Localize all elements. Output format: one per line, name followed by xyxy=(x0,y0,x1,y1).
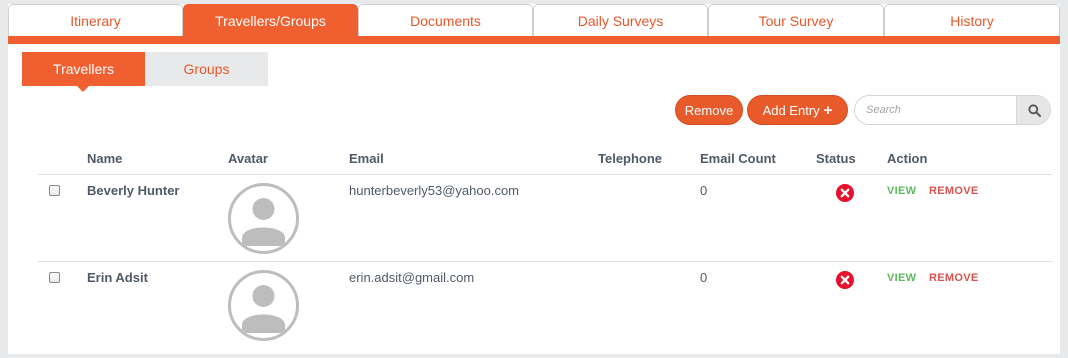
search-input[interactable] xyxy=(855,96,1017,124)
header-email-count: Email Count xyxy=(700,151,776,166)
header-avatar: Avatar xyxy=(228,151,268,166)
row-divider xyxy=(38,174,1052,175)
search-box xyxy=(854,95,1051,125)
row-checkbox[interactable] xyxy=(49,272,60,283)
search-icon xyxy=(1028,104,1041,117)
traveller-email: hunterbeverly53@yahoo.com xyxy=(349,183,520,198)
header-email: Email xyxy=(349,151,384,166)
add-entry-button[interactable]: Add Entry + xyxy=(747,95,848,125)
plus-icon: + xyxy=(823,102,833,119)
remove-link[interactable]: REMOVE xyxy=(929,272,978,284)
user-placeholder-icon xyxy=(242,285,285,333)
status-error-icon xyxy=(836,184,854,202)
subtab-travellers[interactable]: Travellers xyxy=(22,52,145,86)
traveller-name: Erin Adsit xyxy=(87,270,148,285)
email-count: 0 xyxy=(700,183,708,198)
active-subtab-caret xyxy=(77,86,89,92)
avatar xyxy=(228,183,299,254)
view-link[interactable]: VIEW xyxy=(887,185,916,197)
remove-link[interactable]: REMOVE xyxy=(929,185,978,197)
tab-daily-surveys[interactable]: Daily Surveys xyxy=(533,4,708,36)
remove-button-label: Remove xyxy=(684,103,734,118)
tabs-underline xyxy=(8,36,1060,44)
row-divider xyxy=(38,261,1052,262)
remove-button[interactable]: Remove xyxy=(675,95,743,125)
tab-travellers-groups[interactable]: Travellers/Groups xyxy=(183,4,358,36)
status-error-icon xyxy=(836,271,854,289)
header-name: Name xyxy=(87,151,123,166)
view-link[interactable]: VIEW xyxy=(887,272,916,284)
tab-itinerary[interactable]: Itinerary xyxy=(8,4,183,36)
traveller-name: Beverly Hunter xyxy=(87,183,180,198)
traveller-email: erin.adsit@gmail.com xyxy=(349,270,475,285)
header-telephone: Telephone xyxy=(598,151,663,166)
main-tabs: Itinerary Travellers/Groups Documents Da… xyxy=(8,4,1060,36)
email-count: 0 xyxy=(700,270,708,285)
header-status: Status xyxy=(816,151,856,166)
header-action: Action xyxy=(887,151,928,166)
subtab-groups[interactable]: Groups xyxy=(145,52,268,86)
user-placeholder-icon xyxy=(242,198,285,246)
row-checkbox[interactable] xyxy=(49,185,60,196)
avatar xyxy=(228,270,299,341)
tab-documents[interactable]: Documents xyxy=(358,4,533,36)
tab-history[interactable]: History xyxy=(884,4,1060,36)
tab-tour-survey[interactable]: Tour Survey xyxy=(708,4,884,36)
add-entry-label: Add Entry xyxy=(762,103,820,118)
search-button[interactable] xyxy=(1016,96,1050,124)
